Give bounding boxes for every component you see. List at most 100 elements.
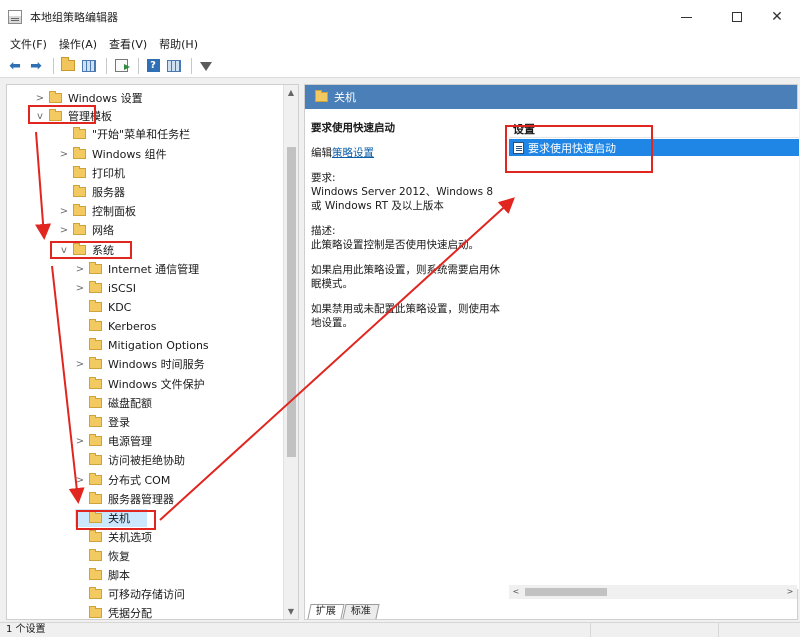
scroll-up-icon[interactable]: ▲: [284, 85, 298, 100]
folder-icon: [73, 166, 86, 178]
settings-row-require-fast-startup[interactable]: 要求使用快速启动: [509, 139, 799, 156]
tree-item-label: 访问被拒绝协助: [108, 454, 185, 467]
chevron-right-icon[interactable]: >: [75, 436, 85, 447]
tree-item-distributed-com[interactable]: > 分布式 COM: [75, 471, 170, 489]
folder-icon: [73, 185, 86, 197]
tree-item-system[interactable]: v 系统: [59, 241, 114, 259]
tree-item-credentials-delegation[interactable]: 凭据分配: [75, 604, 152, 620]
tree-item-windows-components[interactable]: > Windows 组件: [59, 145, 167, 163]
status-divider: [590, 623, 591, 637]
tree-item-kdc[interactable]: KDC: [75, 298, 131, 316]
scroll-down-icon[interactable]: ▼: [284, 604, 298, 619]
tree-item-scripts[interactable]: 脚本: [75, 566, 130, 584]
chevron-right-icon[interactable]: >: [59, 149, 69, 160]
close-button[interactable]: ✕: [754, 0, 800, 34]
settings-list[interactable]: 设置 要求使用快速启动: [509, 109, 799, 589]
menu-action[interactable]: 操作(A): [53, 36, 103, 52]
chevron-down-icon[interactable]: v: [35, 111, 45, 122]
chevron-right-icon[interactable]: >: [35, 93, 45, 104]
folder-icon: [89, 262, 102, 274]
minimize-button[interactable]: [663, 0, 709, 34]
tree-item-label: 控制面板: [92, 205, 136, 218]
export-icon: [114, 59, 130, 72]
tree-item-shutdown-options[interactable]: 关机选项: [75, 528, 152, 546]
menu-view[interactable]: 查看(V): [103, 36, 153, 52]
tree-item-server-manager[interactable]: 服务器管理器: [75, 490, 174, 508]
edit-policy-link[interactable]: 策略设置: [332, 147, 374, 159]
tree-item-windows-file-protection[interactable]: Windows 文件保护: [75, 375, 205, 393]
tree-item-internet-comm[interactable]: > Internet 通信管理: [75, 260, 199, 278]
maximize-icon: [732, 12, 742, 22]
tree-item-printers[interactable]: 打印机: [59, 164, 125, 182]
enabled-text: 如果启用此策略设置，则系统需要启用休眠模式。: [311, 264, 500, 290]
back-button[interactable]: ⬅: [6, 57, 24, 75]
folder-icon: [89, 492, 102, 504]
filter-button[interactable]: [197, 57, 215, 75]
tree-vertical-scrollbar[interactable]: ▲ ▼: [283, 85, 298, 619]
horizontal-scroll-thumb[interactable]: [525, 588, 607, 596]
folder-icon: [89, 606, 102, 618]
tree-item-windows-settings[interactable]: > Windows 设置: [35, 89, 143, 107]
tree-item-start-menu[interactable]: "开始"菜单和任务栏: [59, 125, 190, 143]
chevron-right-icon[interactable]: >: [75, 475, 85, 486]
tree-item-label: 凭据分配: [108, 607, 152, 620]
show-hide-tree-button[interactable]: [80, 57, 98, 75]
tree-item-power-management[interactable]: > 电源管理: [75, 432, 152, 450]
folder-icon: [89, 511, 102, 523]
chevron-right-icon[interactable]: >: [75, 264, 85, 275]
chevron-down-icon[interactable]: v: [59, 245, 69, 256]
menu-file[interactable]: 文件(F): [4, 36, 53, 52]
tab-extended[interactable]: 扩展: [307, 604, 345, 619]
gpedit-window: 本地组策略编辑器 ✕ 文件(F) 操作(A) 查看(V) 帮助(H) ⬅ ➡ ?…: [0, 0, 800, 637]
tree-item-shutdown[interactable]: 关机: [75, 509, 147, 527]
tree-item-label: Windows 组件: [92, 148, 167, 161]
tree-item-label: Windows 设置: [68, 92, 143, 105]
forward-button[interactable]: ➡: [27, 57, 45, 75]
up-level-button[interactable]: [59, 57, 77, 75]
scroll-right-icon[interactable]: >: [783, 585, 797, 599]
folder-icon: [89, 357, 102, 369]
scroll-left-icon[interactable]: <: [509, 585, 523, 599]
status-bar: 1 个设置: [0, 622, 800, 637]
tree-item-access-denied-assistance[interactable]: 访问被拒绝协助: [75, 451, 185, 469]
requirements-label: 要求:: [311, 172, 336, 184]
tree-item-mitigation-options[interactable]: Mitigation Options: [75, 336, 209, 354]
tab-standard[interactable]: 标准: [342, 604, 380, 619]
help-button[interactable]: ?: [144, 57, 162, 75]
tree-item-network[interactable]: > 网络: [59, 221, 114, 239]
settings-horizontal-scrollbar[interactable]: < >: [509, 585, 797, 599]
tree-item-admin-templates[interactable]: v 管理模板: [35, 107, 112, 125]
menu-help[interactable]: 帮助(H): [153, 36, 204, 52]
tree-item-logon[interactable]: 登录: [75, 413, 130, 431]
chevron-right-icon[interactable]: >: [59, 206, 69, 217]
toolbar: ⬅ ➡ ?: [0, 54, 800, 78]
console-tree[interactable]: > Windows 设置 v 管理模板 "开始"菜单和任务栏 > Windows 组件…: [6, 84, 299, 620]
folder-icon: [89, 549, 102, 561]
column-divider: [509, 137, 799, 138]
tree-item-windows-time[interactable]: > Windows 时间服务: [75, 355, 205, 373]
scroll-thumb[interactable]: [287, 147, 296, 457]
chevron-right-icon[interactable]: >: [75, 283, 85, 294]
tree-item-iscsi[interactable]: > iSCSI: [75, 279, 136, 297]
tree-item-recovery[interactable]: 恢复: [75, 547, 130, 565]
tab-standard-label: 标准: [350, 606, 371, 617]
export-list-button[interactable]: [112, 57, 130, 75]
tab-extended-label: 扩展: [315, 606, 336, 617]
properties-button[interactable]: [165, 57, 183, 75]
tree-item-kerberos[interactable]: Kerberos: [75, 317, 156, 335]
details-header: 关机: [305, 85, 797, 109]
settings-column-header[interactable]: 设置: [513, 121, 535, 137]
properties-icon: [167, 59, 181, 72]
folder-icon: [89, 281, 102, 293]
chevron-right-icon[interactable]: >: [59, 225, 69, 236]
description-label: 描述:: [311, 225, 336, 237]
chevron-right-icon[interactable]: >: [75, 359, 85, 370]
folder-icon: [73, 147, 86, 159]
folder-icon: [89, 300, 102, 312]
tree-item-removable-storage[interactable]: 可移动存储访问: [75, 585, 185, 603]
forward-arrow-icon: ➡: [30, 57, 42, 74]
filter-icon: [200, 62, 212, 71]
tree-item-server[interactable]: 服务器: [59, 183, 125, 201]
tree-item-control-panel[interactable]: > 控制面板: [59, 202, 136, 220]
tree-item-disk-quotas[interactable]: 磁盘配额: [75, 394, 152, 412]
